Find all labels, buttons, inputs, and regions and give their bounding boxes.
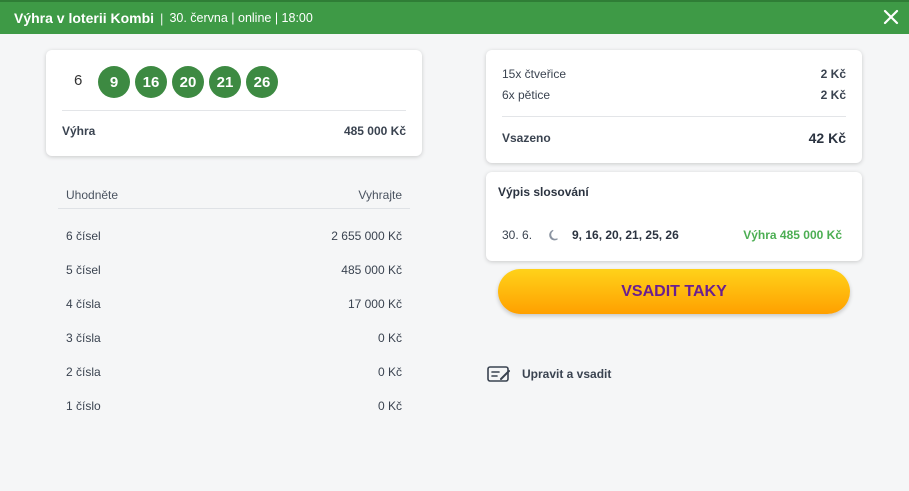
edit-and-bet-link[interactable]: Upravit a vsadit xyxy=(486,364,611,384)
table-row: 5 čísel 485 000 Kč xyxy=(58,253,410,287)
draw-info: 30. června | online | 18:00 xyxy=(169,11,313,25)
table-row: 3 čísla 0 Kč xyxy=(58,321,410,355)
prize-table-header: Uhodněte Vyhrajte xyxy=(58,188,410,209)
win-label: Výhra xyxy=(62,124,96,138)
number-ball: 26 xyxy=(246,66,278,98)
header-separator: | xyxy=(160,10,164,26)
table-row: 2 čísla 0 Kč xyxy=(58,355,410,389)
row-win: 0 Kč xyxy=(377,331,402,345)
row-guess: 1 číslo xyxy=(66,399,101,413)
draw-win: Výhra 485 000 Kč xyxy=(743,228,842,242)
row-win: 17 000 Kč xyxy=(347,297,402,311)
divider xyxy=(502,116,846,117)
summary-line-amount: 2 Kč xyxy=(820,67,846,81)
number-ball: 16 xyxy=(135,66,167,98)
modal-header: Výhra v loterii Kombi | 30. června | onl… xyxy=(0,0,909,34)
win-amount: 485 000 Kč xyxy=(343,124,406,138)
draws-card: Výpis slosování 30. 6. 9, 16, 20, 21, 25… xyxy=(486,172,862,261)
draw-date: 30. 6. xyxy=(502,228,533,242)
moon-icon xyxy=(549,229,558,241)
summary-line-amount: 2 Kč xyxy=(820,88,846,102)
table-row: 4 čísla 17 000 Kč xyxy=(58,287,410,321)
ticket-numbers-card: 6 9 16 20 21 26 Výhra 485 000 Kč xyxy=(46,50,422,156)
edit-and-bet-label: Upravit a vsadit xyxy=(522,367,612,381)
number-ball: 21 xyxy=(209,66,241,98)
col-win: Vyhrajte xyxy=(358,188,402,202)
summary-total: Vsazeno 42 Kč xyxy=(502,130,846,146)
ticket-edit-icon xyxy=(487,366,510,382)
total-amount: 42 Kč xyxy=(808,130,846,146)
draws-title: Výpis slosování xyxy=(498,185,589,199)
number-ball: 9 xyxy=(98,66,130,98)
draw-row: 30. 6. 9, 16, 20, 21, 25, 26 Výhra 485 0… xyxy=(502,228,842,242)
draw-numbers: 9, 16, 20, 21, 25, 26 xyxy=(572,228,679,242)
bet-summary-card: 15x čtveřice 2 Kč 6x pětice 2 Kč Vsazeno… xyxy=(486,50,862,163)
row-win: 2 655 000 Kč xyxy=(331,229,402,243)
ticket-balls: 9 16 20 21 26 xyxy=(98,66,278,98)
summary-line: 6x pětice 2 Kč xyxy=(502,88,846,102)
ticket-win-row: Výhra 485 000 Kč xyxy=(62,124,406,138)
col-guess: Uhodněte xyxy=(66,188,119,202)
row-guess: 3 čísla xyxy=(66,331,101,345)
row-guess: 6 čísel xyxy=(66,229,101,243)
bet-too-button[interactable]: VSADIT TAKY xyxy=(498,269,850,314)
modal-title: Výhra v loterii Kombi xyxy=(14,10,155,26)
row-win: 0 Kč xyxy=(377,399,402,413)
row-guess: 2 čísla xyxy=(66,365,101,379)
summary-line: 15x čtveřice 2 Kč xyxy=(502,67,846,81)
total-label: Vsazeno xyxy=(502,131,551,145)
row-win: 0 Kč xyxy=(377,365,402,379)
row-guess: 4 čísla xyxy=(66,297,101,311)
row-win: 485 000 Kč xyxy=(341,263,402,277)
table-row: 1 číslo 0 Kč xyxy=(58,389,410,423)
table-row: 6 čísel 2 655 000 Kč xyxy=(58,219,410,253)
row-guess: 5 čísel xyxy=(66,263,101,277)
prize-table: Uhodněte Vyhrajte 6 čísel 2 655 000 Kč 5… xyxy=(58,188,410,423)
summary-line-label: 15x čtveřice xyxy=(502,67,567,81)
summary-line-label: 6x pětice xyxy=(502,88,551,102)
number-ball: 20 xyxy=(172,66,204,98)
close-icon[interactable] xyxy=(881,7,901,27)
divider xyxy=(62,110,406,111)
ticket-first-number: 6 xyxy=(74,72,83,89)
